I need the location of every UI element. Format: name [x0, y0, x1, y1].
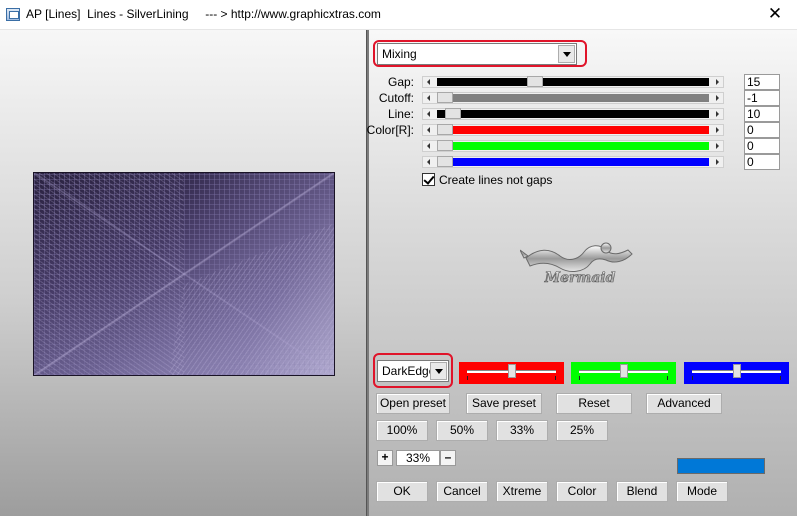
cutoff-value[interactable]: -1 [744, 90, 780, 106]
arrow-left-icon[interactable] [423, 125, 435, 135]
slider-tick [555, 376, 556, 380]
slider-tick [667, 376, 668, 380]
color-g-slider[interactable] [422, 140, 724, 152]
slider-thumb[interactable] [733, 364, 741, 378]
create-lines-checkbox[interactable] [422, 173, 435, 186]
xtreme-button[interactable]: Xtreme [496, 481, 548, 502]
slider-thumb[interactable] [437, 92, 453, 103]
color-b-slider[interactable] [422, 156, 724, 168]
arrow-right-icon[interactable] [711, 77, 723, 87]
close-button[interactable]: ✕ [753, 0, 797, 30]
preview-image [33, 172, 335, 376]
slider-thumb[interactable] [527, 76, 543, 87]
slider-thumb[interactable] [437, 156, 453, 167]
color-swatch[interactable] [677, 458, 765, 474]
slider-track[interactable] [437, 110, 709, 118]
slider-track[interactable] [437, 126, 709, 134]
red-channel-slider[interactable] [459, 362, 564, 384]
zoom-33-button[interactable]: 33% [496, 420, 548, 441]
line-label: Line: [387, 107, 414, 121]
window-title: AP [Lines] Lines - SilverLining --- > ht… [26, 7, 381, 21]
mode-button[interactable]: Mode [676, 481, 728, 502]
gap-value[interactable]: 15 [744, 74, 780, 90]
color-g-value[interactable]: 0 [744, 138, 780, 154]
app-window-icon [6, 8, 20, 21]
arrow-left-icon[interactable] [423, 109, 435, 119]
ok-button[interactable]: OK [376, 481, 428, 502]
slider-tick [692, 376, 693, 380]
zoom-100-button[interactable]: 100% [376, 420, 428, 441]
arrow-right-icon[interactable] [711, 157, 723, 167]
slider-thumb[interactable] [620, 364, 628, 378]
blend-button[interactable]: Blend [616, 481, 668, 502]
arrow-left-icon[interactable] [423, 157, 435, 167]
arrow-left-icon[interactable] [423, 77, 435, 87]
gap-label: Gap: [387, 75, 414, 89]
slider-tick [467, 376, 468, 380]
arrow-right-icon[interactable] [711, 141, 723, 151]
color-r-value[interactable]: 0 [744, 122, 780, 138]
arrow-left-icon[interactable] [423, 141, 435, 151]
open-preset-button[interactable]: Open preset [376, 393, 450, 414]
arrow-left-icon[interactable] [423, 93, 435, 103]
color-b-value[interactable]: 0 [744, 154, 780, 170]
slider-thumb[interactable] [437, 140, 453, 151]
create-lines-label: Create lines not gaps [439, 173, 553, 187]
arrow-right-icon[interactable] [711, 125, 723, 135]
arrow-right-icon[interactable] [711, 109, 723, 119]
slider-thumb[interactable] [508, 364, 516, 378]
color-button[interactable]: Color [556, 481, 608, 502]
color-r-slider[interactable] [422, 124, 724, 136]
logo-text: Mermaid [544, 270, 616, 286]
mermaid-logo: Mermaid [520, 242, 633, 286]
title-bar: AP [Lines] Lines - SilverLining --- > ht… [0, 0, 797, 30]
line-slider[interactable] [422, 108, 724, 120]
slider-track[interactable] [437, 158, 709, 166]
line-value[interactable]: 10 [744, 106, 780, 122]
color-r-label: Color[R]: [366, 123, 414, 137]
edge-dropdown[interactable]: DarkEdge [377, 360, 449, 382]
cutoff-slider[interactable] [422, 92, 724, 104]
arrow-right-icon[interactable] [711, 93, 723, 103]
edge-dropdown-value: DarkEdge [382, 364, 436, 378]
slider-thumb[interactable] [437, 124, 453, 135]
slider-track[interactable] [437, 142, 709, 150]
mode-dropdown-value: Mixing [382, 47, 417, 61]
zoom-level-input[interactable]: 33% [396, 450, 440, 466]
green-channel-slider[interactable] [571, 362, 676, 384]
slider-track[interactable] [437, 94, 709, 102]
chevron-down-icon[interactable] [558, 45, 575, 63]
zoom-in-button[interactable]: + [377, 450, 393, 466]
slider-thumb[interactable] [445, 108, 461, 119]
chevron-down-icon[interactable] [430, 362, 447, 380]
zoom-out-button[interactable]: – [440, 450, 456, 466]
reset-button[interactable]: Reset [556, 393, 632, 414]
gap-slider[interactable] [422, 76, 724, 88]
slider-track[interactable] [437, 78, 709, 86]
slider-tick [780, 376, 781, 380]
zoom-25-button[interactable]: 25% [556, 420, 608, 441]
advanced-button[interactable]: Advanced [646, 393, 722, 414]
blue-channel-slider[interactable] [684, 362, 789, 384]
cancel-button[interactable]: Cancel [436, 481, 488, 502]
cutoff-label: Cutoff: [378, 91, 414, 105]
slider-tick [579, 376, 580, 380]
save-preset-button[interactable]: Save preset [466, 393, 542, 414]
zoom-50-button[interactable]: 50% [436, 420, 488, 441]
mode-dropdown[interactable]: Mixing [377, 43, 577, 65]
